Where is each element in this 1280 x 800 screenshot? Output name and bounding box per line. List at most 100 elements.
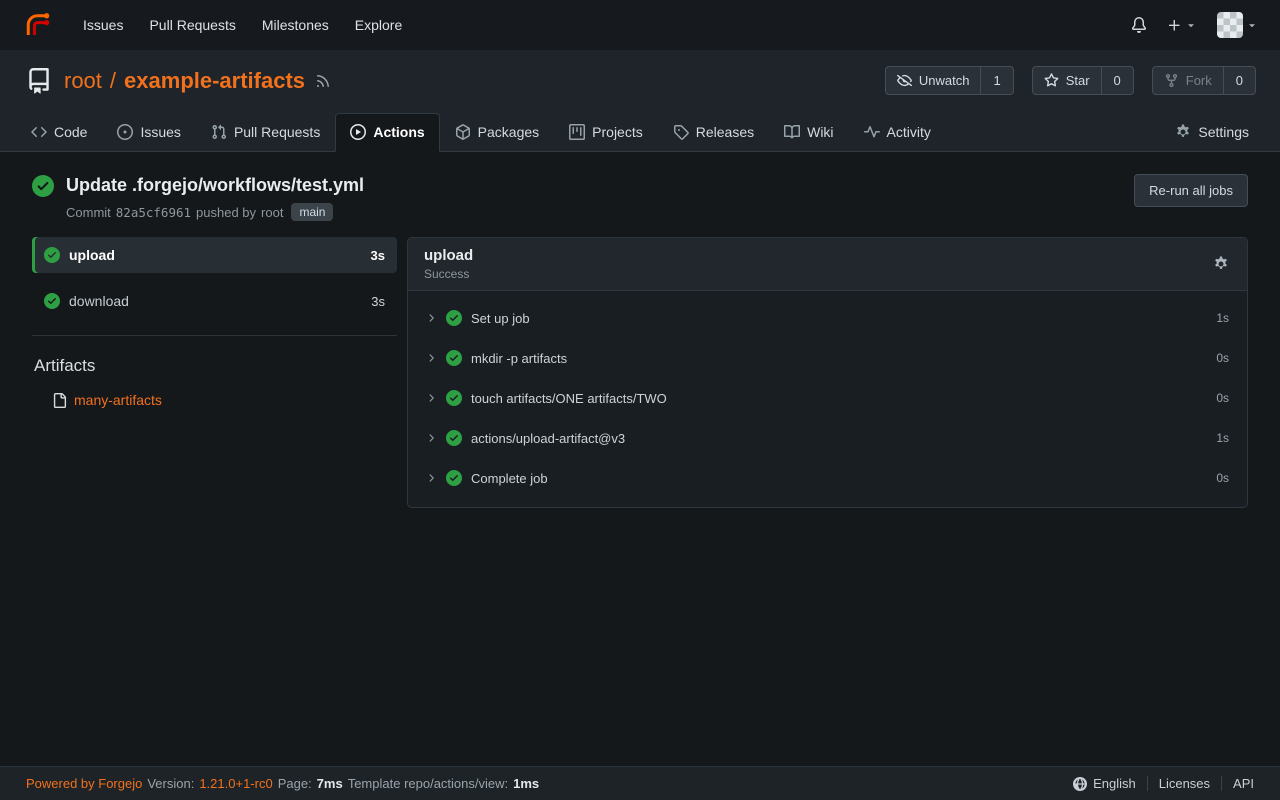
unwatch-button[interactable]: Unwatch — [886, 67, 981, 94]
run-header: Update .forgejo/workflows/test.yml Commi… — [32, 174, 1248, 221]
navbar-item-milestones[interactable]: Milestones — [249, 0, 342, 50]
success-check-icon — [446, 470, 462, 486]
step-duration: 0s — [1216, 391, 1229, 405]
navbar-item-issues[interactable]: Issues — [70, 0, 136, 50]
pushed-by-label: pushed by — [196, 205, 256, 220]
success-check-icon — [44, 293, 60, 309]
job-steps-list: Set up job 1s mkdir -p artifacts 0s touc… — [408, 291, 1247, 507]
watch-button-group: Unwatch 1 — [885, 66, 1014, 95]
chevron-right-icon — [425, 352, 437, 364]
tab-label: Activity — [887, 124, 931, 140]
language-label: English — [1093, 776, 1136, 791]
step-duration: 0s — [1216, 471, 1229, 485]
success-check-icon — [446, 390, 462, 406]
create-new-dropdown[interactable] — [1167, 18, 1197, 33]
tab-actions[interactable]: Actions — [335, 113, 439, 152]
step-duration: 1s — [1216, 431, 1229, 445]
step-name: touch artifacts/ONE artifacts/TWO — [471, 391, 667, 406]
rss-feed-button[interactable] — [315, 73, 331, 89]
tab-label: Pull Requests — [234, 124, 320, 140]
tab-code[interactable]: Code — [16, 113, 102, 151]
template-time-value: 1ms — [513, 776, 539, 791]
commit-sha-link[interactable]: 82a5cf6961 — [116, 205, 191, 220]
licenses-link[interactable]: Licenses — [1147, 776, 1221, 791]
navbar-links: Issues Pull Requests Milestones Explore — [70, 0, 415, 50]
job-item-upload[interactable]: upload 3s — [32, 237, 397, 273]
version-label: Version: — [147, 776, 194, 791]
api-link[interactable]: API — [1221, 776, 1254, 791]
run-info: Update .forgejo/workflows/test.yml Commi… — [32, 174, 364, 221]
fork-button[interactable]: Fork — [1153, 67, 1223, 94]
forgejo-logo[interactable] — [22, 10, 52, 40]
job-name: download — [69, 293, 129, 309]
star-button[interactable]: Star — [1033, 67, 1101, 94]
step-row-upload-artifact[interactable]: actions/upload-artifact@v3 1s — [408, 418, 1247, 458]
tab-projects[interactable]: Projects — [554, 113, 658, 151]
job-duration: 3s — [371, 294, 385, 309]
tab-packages[interactable]: Packages — [440, 113, 554, 151]
step-row-touch-artifacts[interactable]: touch artifacts/ONE artifacts/TWO 0s — [408, 378, 1247, 418]
page-footer: Powered by Forgejo Version: 1.21.0+1-rc0… — [0, 766, 1280, 800]
job-detail-header: upload Success — [408, 238, 1247, 291]
fork-button-group: Fork 0 — [1152, 66, 1256, 95]
powered-by-link[interactable]: Powered by Forgejo — [26, 776, 142, 791]
gear-icon — [1175, 124, 1191, 140]
pusher-link[interactable]: root — [261, 205, 283, 220]
chevron-right-icon — [425, 392, 437, 404]
tab-issues[interactable]: Issues — [102, 113, 195, 151]
tab-pull-requests[interactable]: Pull Requests — [196, 113, 335, 151]
forks-count[interactable]: 0 — [1223, 67, 1255, 94]
footer-left: Powered by Forgejo Version: 1.21.0+1-rc0… — [26, 776, 539, 791]
stars-count[interactable]: 0 — [1101, 67, 1133, 94]
star-icon — [1044, 73, 1059, 88]
tab-label: Packages — [478, 124, 539, 140]
tab-label: Wiki — [807, 124, 833, 140]
tab-label: Settings — [1198, 124, 1249, 140]
rss-icon — [315, 73, 331, 89]
step-row-complete-job[interactable]: Complete job 0s — [408, 458, 1247, 498]
step-name: Set up job — [471, 311, 530, 326]
artifact-item: many-artifacts — [32, 392, 397, 408]
watchers-count[interactable]: 1 — [980, 67, 1012, 94]
artifacts-heading: Artifacts — [32, 356, 397, 376]
step-name: mkdir -p artifacts — [471, 351, 567, 366]
bell-icon — [1131, 17, 1147, 33]
success-check-icon — [446, 350, 462, 366]
tab-releases[interactable]: Releases — [658, 113, 769, 151]
eye-closed-icon — [897, 73, 912, 88]
job-detail-name: upload — [424, 247, 473, 264]
repo-title-separator: / — [110, 68, 116, 94]
step-row-mkdir[interactable]: mkdir -p artifacts 0s — [408, 338, 1247, 378]
tab-settings[interactable]: Settings — [1160, 113, 1264, 151]
user-menu-dropdown[interactable] — [1217, 12, 1258, 38]
job-options-button[interactable] — [1211, 254, 1231, 274]
tab-activity[interactable]: Activity — [849, 113, 946, 151]
branch-badge[interactable]: main — [291, 203, 333, 221]
job-item-download[interactable]: download 3s — [32, 283, 397, 319]
pulse-icon — [864, 124, 880, 140]
footer-right: English Licenses API — [1062, 776, 1254, 791]
repo-icon — [26, 68, 52, 94]
repo-title-row: root / example-artifacts Unwatch 1 Star … — [0, 50, 1280, 105]
rerun-all-jobs-button[interactable]: Re-run all jobs — [1134, 174, 1248, 207]
artifact-download-link[interactable]: many-artifacts — [74, 392, 162, 408]
step-row-set-up-job[interactable]: Set up job 1s — [408, 298, 1247, 338]
navbar-right — [1131, 12, 1258, 38]
navbar-item-explore[interactable]: Explore — [342, 0, 415, 50]
navbar-item-pull-requests[interactable]: Pull Requests — [136, 0, 248, 50]
commit-line: Commit 82a5cf6961 pushed by root main — [66, 203, 364, 221]
run-title: Update .forgejo/workflows/test.yml — [66, 174, 364, 196]
language-selector[interactable]: English — [1062, 776, 1147, 791]
book-icon — [784, 124, 800, 140]
tab-wiki[interactable]: Wiki — [769, 113, 848, 151]
tab-label: Releases — [696, 124, 754, 140]
version-link[interactable]: 1.21.0+1-rc0 — [199, 776, 272, 791]
repo-owner-link[interactable]: root — [64, 68, 102, 94]
job-duration: 3s — [371, 248, 385, 263]
notifications-button[interactable] — [1131, 17, 1147, 33]
project-icon — [569, 124, 585, 140]
repo-name-link[interactable]: example-artifacts — [124, 68, 305, 94]
tab-label: Actions — [373, 124, 424, 140]
top-navbar: Issues Pull Requests Milestones Explore — [0, 0, 1280, 50]
forgejo-logo-icon — [22, 10, 52, 40]
